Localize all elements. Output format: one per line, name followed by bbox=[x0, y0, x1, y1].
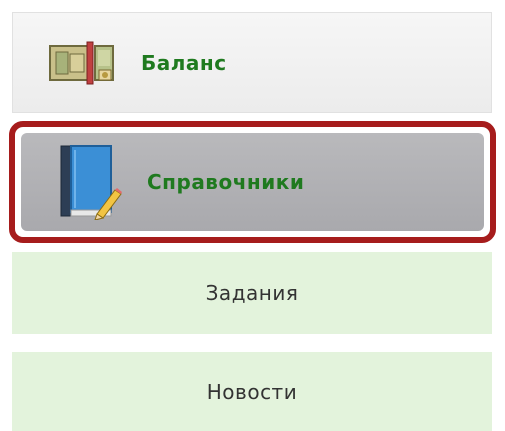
book-pencil-icon bbox=[59, 144, 123, 221]
menu-item-label: Новости bbox=[206, 379, 298, 404]
menu-item-news[interactable]: Новости bbox=[12, 352, 492, 431]
menu-item-balance[interactable]: Баланс bbox=[12, 12, 492, 113]
sidebar-menu: Баланс Справочники Задания Новости bbox=[0, 0, 505, 431]
menu-item-references[interactable]: Справочники bbox=[9, 121, 496, 243]
menu-item-tasks[interactable]: Задания bbox=[12, 252, 492, 334]
menu-item-references-body: Справочники bbox=[21, 133, 484, 231]
menu-item-label: Баланс bbox=[141, 50, 227, 75]
money-bills-icon bbox=[49, 40, 115, 86]
menu-item-label: Задания bbox=[205, 281, 299, 305]
menu-item-label: Справочники bbox=[147, 170, 305, 194]
